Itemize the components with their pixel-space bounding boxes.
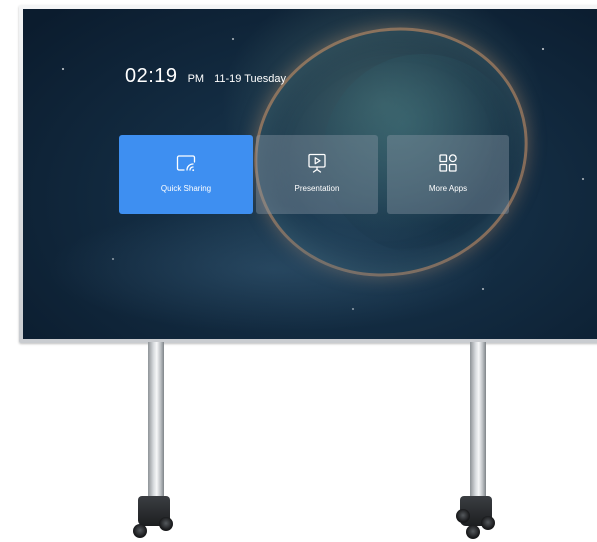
- wallpaper-nebula: [23, 199, 597, 339]
- clock-widget: 02:19 PM 11-19 Tuesday: [125, 65, 286, 88]
- caster-wheel: [133, 524, 147, 538]
- app-grid-icon: [439, 154, 457, 172]
- caster-wheel: [456, 509, 470, 523]
- more-apps-tile[interactable]: More Apps: [387, 135, 509, 214]
- caster-wheel: [481, 516, 495, 530]
- stand-pole-right: [470, 342, 486, 510]
- presentation-icon: [308, 153, 326, 173]
- presentation-tile[interactable]: Presentation: [256, 135, 378, 214]
- clock-date: 11-19 Tuesday: [214, 73, 287, 85]
- caster-wheel: [466, 525, 480, 539]
- clock-time: 02:19: [125, 65, 178, 87]
- presentation-label: Presentation: [294, 184, 340, 193]
- quick-sharing-label: Quick Sharing: [160, 184, 212, 193]
- screen-cast-icon: [176, 155, 196, 172]
- more-apps-label: More Apps: [428, 184, 468, 193]
- home-screen: 02:19 PM 11-19 Tuesday Quick Sharing Pre…: [23, 9, 597, 339]
- quick-sharing-tile[interactable]: Quick Sharing: [119, 135, 253, 214]
- stand-pole-left: [148, 342, 164, 510]
- caster-wheel: [159, 517, 173, 531]
- clock-ampm: PM: [187, 73, 205, 85]
- interactive-display-photo: 02:19 PM 11-19 Tuesday Quick Sharing Pre…: [0, 0, 597, 542]
